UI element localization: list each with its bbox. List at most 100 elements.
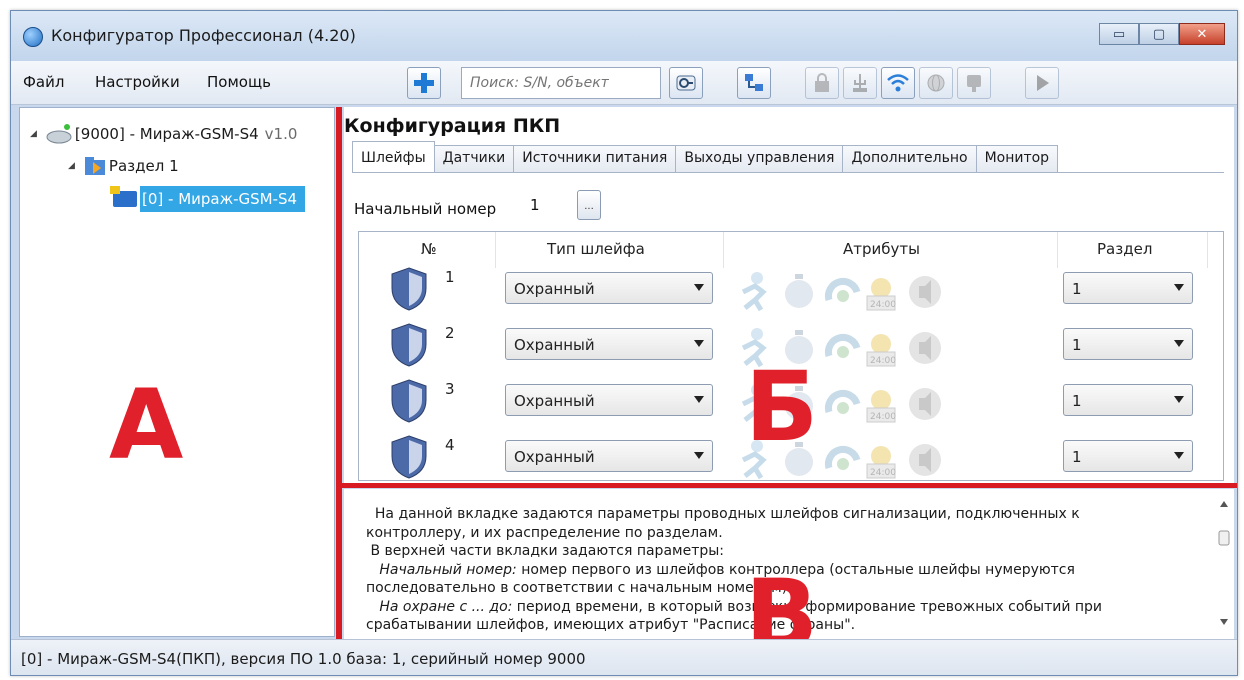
svg-text:24:00: 24:00 [870,412,896,422]
loop-type-select[interactable]: Охранный [505,272,713,304]
column-header-type[interactable]: Тип шлейфа [547,240,645,258]
column-header-partition[interactable]: Раздел [1097,240,1152,258]
expand-arrow-icon[interactable]: ◢ [30,129,37,139]
dropdown-arrow-icon [1174,284,1184,291]
tab-power[interactable]: Источники питания [513,145,677,173]
partition-select[interactable]: 1 [1063,440,1193,472]
sound-off-icon [909,388,941,420]
window-controls: ▭ ▢ ✕ [1099,23,1225,45]
description-line: контроллеру, и их распределение по разде… [366,524,723,541]
svg-text:24:00: 24:00 [870,468,896,478]
description-line: На данной вкладке задаются параметры про… [374,506,1080,522]
modem-icon [967,75,981,92]
annotation-a: А [109,369,184,481]
dropdown-arrow-icon [1174,340,1184,347]
menu-settings[interactable]: Настройки [95,73,180,91]
globe-button[interactable] [919,67,953,99]
lock-button[interactable] [805,67,839,99]
loop-number: 4 [445,436,455,454]
schedule-icon: 24:00 [866,446,896,479]
expand-arrow-icon[interactable]: ◢ [68,161,75,171]
start-number-browse-button[interactable]: ... [577,190,601,220]
usb-button[interactable] [843,67,877,99]
table-row[interactable]: 1 Охранный 24:00 1 [359,262,1223,318]
connect-icon [676,75,696,91]
auto-rearm-icon [824,333,861,358]
partition-select[interactable]: 1 [1063,328,1193,360]
partition-select[interactable]: 1 [1063,384,1193,416]
tab-outputs[interactable]: Выходы управления [675,145,844,173]
add-button[interactable] [407,67,441,99]
satellite-dish-icon [46,124,72,144]
svg-text:24:00: 24:00 [870,356,896,366]
tree-item-partition[interactable]: ◢ Раздел 1 [68,154,179,178]
loop-type-value: Охранный [514,336,595,354]
status-bar: [0] - Мираж-GSM-S4(ПКП), версия ПО 1.0 б… [11,639,1237,675]
menu-file[interactable]: Файл [23,73,64,91]
auto-rearm-icon [824,277,861,302]
start-number-label: Начальный номер [354,200,497,218]
config-tabs: Шлейфы Датчики Источники питания Выходы … [352,141,1059,173]
partition-value: 1 [1072,448,1082,466]
maximize-button[interactable]: ▢ [1139,23,1179,45]
dropdown-arrow-icon [694,340,704,347]
auto-rearm-icon [824,389,861,414]
tree-item-device[interactable]: ◢ [9000] - Мираж-GSM-S4 v1.0 [30,122,297,146]
wifi-button[interactable] [881,67,915,99]
tree-device-version: v1.0 [264,125,298,143]
loop-type-select[interactable]: Охранный [505,440,713,472]
globe-icon [927,74,945,92]
timer-icon [785,274,813,308]
loop-type-select[interactable]: Охранный [505,384,713,416]
modem-button[interactable] [957,67,991,99]
attribute-icons: 24:00 [741,272,941,312]
tree-panel-label: [0] - Мираж-GSM-S4 [140,186,306,212]
tab-loops[interactable]: Шлейфы [352,141,435,173]
partition-value: 1 [1072,336,1082,354]
menu-help[interactable]: Помощь [207,73,271,91]
loop-type-value: Охранный [514,448,595,466]
tab-advanced[interactable]: Дополнительно [842,145,977,173]
minimize-button[interactable]: ▭ [1099,23,1139,45]
column-header-attributes[interactable]: Атрибуты [843,240,920,258]
dropdown-arrow-icon [1174,396,1184,403]
device-tree-button[interactable] [737,67,771,99]
annotation-b: Б [745,351,819,463]
loop-type-select[interactable]: Охранный [505,328,713,360]
control-panel-icon [110,186,137,207]
loop-type-value: Охранный [514,392,595,410]
search-input[interactable] [461,67,661,99]
svg-text:24:00: 24:00 [870,300,896,310]
lock-icon [815,73,829,92]
auto-rearm-icon [824,445,861,470]
close-button[interactable]: ✕ [1179,23,1225,45]
loop-number: 3 [445,380,455,398]
tab-sensors[interactable]: Датчики [433,145,515,173]
scroll-up-icon [1220,501,1228,507]
loop-type-value: Охранный [514,280,595,298]
dropdown-arrow-icon [1174,452,1184,459]
app-icon [23,27,43,47]
dropdown-arrow-icon [694,452,704,459]
wifi-icon [887,74,909,92]
tree-item-panel[interactable]: [0] - Мираж-GSM-S4 [110,186,306,212]
schedule-icon: 24:00 [866,278,896,311]
loop-number: 1 [445,268,455,286]
tab-body-border [352,172,1224,173]
column-header-number[interactable]: № [421,240,437,258]
tab-monitor[interactable]: Монитор [975,145,1059,173]
tree-partition-label: Раздел 1 [108,157,179,175]
play-icon [1037,75,1049,91]
partition-select[interactable]: 1 [1063,272,1193,304]
loop-number: 2 [445,324,455,342]
window-title: Конфигуратор Профессионал (4.20) [51,26,356,45]
description-scrollbar[interactable] [1216,495,1232,631]
connect-button[interactable] [669,67,703,99]
title-bar: Конфигуратор Профессионал (4.20) ▭ ▢ ✕ [11,11,1237,61]
sound-off-icon [909,444,941,476]
play-button[interactable] [1025,67,1059,99]
scroll-down-icon [1220,619,1228,625]
shield-icon [391,323,427,367]
sound-off-icon [909,276,941,308]
start-number-field[interactable]: 1 [530,196,540,214]
